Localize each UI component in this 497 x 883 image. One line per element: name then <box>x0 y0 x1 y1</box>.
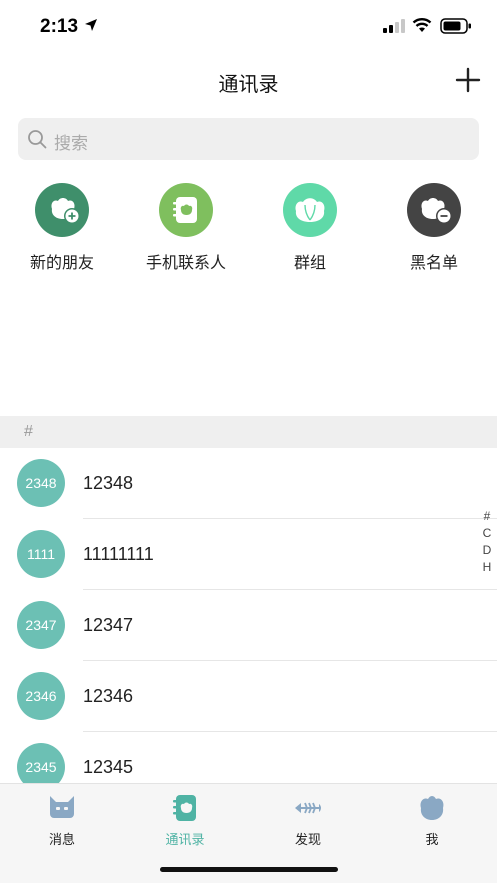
contact-row[interactable]: 2346 12346 <box>0 661 497 732</box>
avatar: 2346 <box>17 672 65 720</box>
page-title: 通讯录 <box>218 74 279 96</box>
tab-label: 我 <box>425 832 439 847</box>
tab-me[interactable]: 我 <box>382 794 482 848</box>
avatar: 2347 <box>17 601 65 649</box>
contact-name: 12348 <box>83 473 134 493</box>
search-input[interactable]: 搜索 <box>18 118 479 160</box>
alphabet-index[interactable]: # C D H <box>480 508 494 576</box>
signal-icon <box>383 19 405 33</box>
blacklist-icon <box>407 183 461 237</box>
avatar: 2348 <box>17 459 65 507</box>
battery-icon <box>440 18 471 34</box>
tab-discover[interactable]: 发现 <box>258 794 358 848</box>
location-arrow-icon <box>85 19 97 31</box>
blacklist-label: 黑名单 <box>409 255 458 272</box>
avatar: 1111 <box>17 530 65 578</box>
new-friends-label: 新的朋友 <box>29 255 94 272</box>
search-icon <box>28 130 47 149</box>
blacklist-button[interactable]: 黑名单 <box>369 183 497 273</box>
home-indicator <box>160 867 338 872</box>
wifi-icon <box>412 18 432 32</box>
new-friends-button[interactable]: 新的朋友 <box>0 183 127 273</box>
add-contact-button[interactable] <box>454 66 482 94</box>
status-bar: 2:13 <box>0 0 497 52</box>
contact-name: 11111111 <box>83 544 154 564</box>
contact-row[interactable]: 2347 12347 <box>0 590 497 661</box>
nav-bar: 通讯录 <box>0 52 497 108</box>
phone-contacts-label: 手机联系人 <box>145 255 226 272</box>
phone-contacts-button[interactable]: 手机联系人 <box>121 183 251 273</box>
contact-name: 12345 <box>83 757 134 777</box>
new-friends-icon <box>35 183 89 237</box>
tab-label: 发现 <box>294 832 321 847</box>
groups-label: 群组 <box>293 255 326 272</box>
search-placeholder: 搜索 <box>54 134 88 153</box>
contact-name: 12346 <box>83 686 134 706</box>
tab-messages[interactable]: 消息 <box>12 794 112 848</box>
index-letter[interactable]: D <box>480 542 494 559</box>
contact-row[interactable]: 1111 11111111 <box>0 519 497 590</box>
tab-label: 消息 <box>48 832 75 847</box>
section-header: # <box>0 416 497 448</box>
phone-contacts-icon <box>159 183 213 237</box>
tab-label: 通讯录 <box>165 832 205 847</box>
fishbone-icon <box>295 802 321 814</box>
section-letter: # <box>24 423 33 440</box>
status-time: 2:13 <box>40 16 79 37</box>
contact-name: 12347 <box>83 615 134 635</box>
chat-icon <box>50 796 74 818</box>
groups-button[interactable]: 群组 <box>245 183 375 273</box>
groups-icon <box>283 183 337 237</box>
tab-contacts[interactable]: 通讯录 <box>135 794 235 848</box>
contacts-icon <box>173 795 196 821</box>
index-letter[interactable]: C <box>480 525 494 542</box>
index-letter[interactable]: H <box>480 559 494 576</box>
index-letter[interactable]: # <box>480 508 494 525</box>
profile-icon <box>420 796 444 820</box>
contact-row[interactable]: 2348 12348 <box>0 448 497 519</box>
